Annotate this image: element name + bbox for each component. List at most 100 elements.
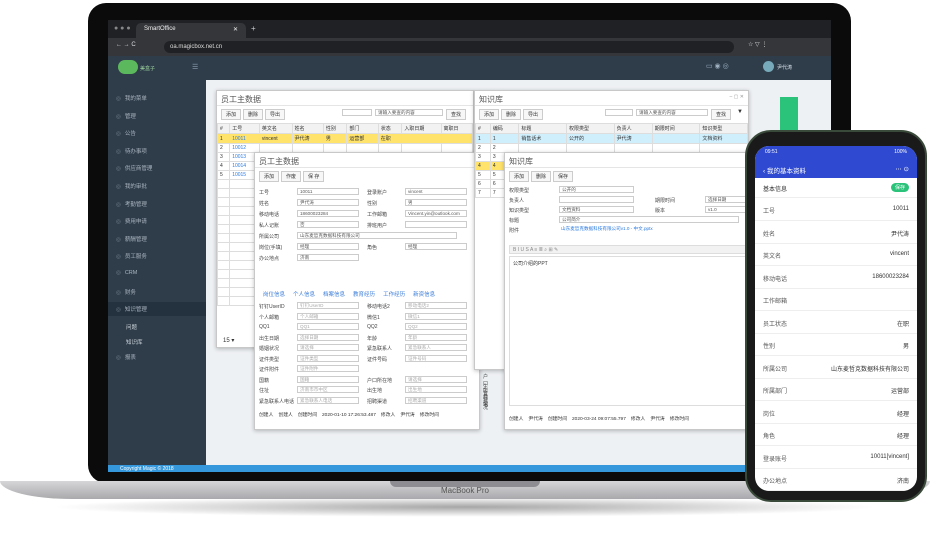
field-input[interactable]: vincent (405, 188, 467, 195)
browser-actions-icon[interactable]: ☆ ▽ ⋮ (748, 41, 767, 48)
profile-row[interactable]: 员工状态 在职 (755, 311, 917, 334)
column-header[interactable]: 入职日期 (401, 123, 442, 134)
save-button[interactable]: 保存 (553, 171, 574, 182)
field-input[interactable]: 山东麦哲克数据科技有限公司 (297, 232, 457, 239)
field-input[interactable]: 否 (297, 221, 359, 228)
profile-row[interactable]: 工作邮箱 (755, 288, 917, 311)
column-header[interactable]: 期限时间 (651, 123, 701, 134)
column-header[interactable]: 编码 (489, 123, 520, 134)
column-header[interactable]: 性别 (322, 123, 348, 134)
address-bar[interactable]: oa.magicbox.net.cn (164, 41, 734, 53)
close-icon[interactable]: ✕ (233, 26, 238, 33)
field-input[interactable]: 请选择 (405, 375, 467, 383)
pager[interactable]: 15 ▾ (223, 337, 234, 344)
table-row[interactable]: 1 10011 vincent 尹代涛男运营部 在职 (216, 133, 474, 144)
field-input[interactable]: 证件附件 (297, 365, 359, 372)
field-input[interactable] (559, 196, 634, 203)
sidebar-item[interactable]: ◎ CRM (116, 270, 137, 276)
window-controls-icon[interactable]: ● ● ● (114, 25, 131, 32)
editor-body[interactable]: 公司介绍的PPT (509, 256, 747, 406)
new-tab-icon[interactable]: + (251, 24, 256, 33)
add-button[interactable]: 添加 (479, 109, 500, 120)
column-header[interactable]: 状态 (377, 123, 403, 134)
column-header[interactable]: 工号 (229, 123, 260, 134)
profile-row[interactable]: 英文名 vincent (755, 243, 917, 266)
sidebar-item[interactable]: ◎ 知识管理 (108, 302, 206, 317)
sidebar-item[interactable]: ◎ 管理 (116, 112, 136, 120)
field-input[interactable]: 济南市市中区 (297, 386, 359, 393)
profile-row[interactable]: 性别 男 (755, 333, 917, 356)
field-input[interactable]: 年龄 (405, 333, 467, 341)
field-input[interactable]: 18600023284 (297, 210, 359, 217)
sidebar-item[interactable]: ◎ 公告 (116, 129, 136, 137)
field-input[interactable] (405, 221, 467, 228)
tab-3[interactable]: 教育经历 (353, 292, 375, 298)
field-input[interactable]: QQ1 (297, 323, 359, 330)
add-button[interactable]: 添加 (259, 171, 280, 182)
sidebar-item[interactable]: ◎ 供应商管理 (116, 164, 152, 172)
field-input[interactable]: 招聘渠道 (405, 396, 467, 404)
column-header[interactable]: 标题 (518, 123, 567, 134)
column-header[interactable]: 离职日 (440, 123, 474, 134)
sidebar-item[interactable]: ◎ 费用申请 (116, 217, 147, 225)
sidebar-item[interactable]: ◎ 报表 (116, 353, 136, 361)
profile-row[interactable]: 所属公司 山东麦哲克数据科技有限公司 (755, 356, 917, 379)
field-input[interactable]: 山东麦哲克数据科技有限公司v1.0 - 中文.pptx (559, 226, 739, 240)
field-input[interactable]: 男 (405, 199, 467, 206)
field-input[interactable]: 尹代涛 (297, 199, 359, 206)
field-input[interactable]: 公开的 (559, 186, 634, 193)
field-input[interactable]: 文档资料 (559, 206, 634, 213)
field-input[interactable]: 钉钉UserID (297, 302, 359, 309)
search-input[interactable]: 请输入要查的内容 (636, 109, 708, 116)
tab-1[interactable]: 个人信息 (293, 292, 315, 298)
field-input[interactable]: 微信1 (405, 312, 467, 320)
export-button[interactable]: 导出 (523, 109, 544, 120)
search-input[interactable]: 请输入要查的内容 (375, 109, 443, 116)
delete-button[interactable]: 删除 (243, 109, 264, 120)
column-header[interactable]: 英文名 (258, 123, 293, 134)
window-controls-icon[interactable]: – ▢ ✕ (730, 94, 744, 100)
tab-2[interactable]: 档案信息 (323, 292, 345, 298)
profile-row[interactable]: 岗位 经理 (755, 401, 917, 424)
column-header[interactable]: 部门 (346, 123, 379, 134)
delete-button[interactable]: 删除 (501, 109, 522, 120)
browser-tab[interactable]: SmartOffice ✕ (136, 23, 246, 38)
sidebar-subitem[interactable]: 问题 (126, 323, 137, 331)
filter-select[interactable] (605, 109, 633, 116)
sidebar-item[interactable]: ◎ 财务 (116, 288, 136, 296)
column-header[interactable]: # (475, 123, 491, 134)
more-icon[interactable]: ⋯ ⊙ (895, 165, 909, 173)
delete-button[interactable]: 删除 (531, 171, 552, 182)
back-icon[interactable]: ← (116, 42, 122, 48)
field-input[interactable]: 请选择 (297, 344, 359, 351)
export-button[interactable]: 导出 (265, 109, 286, 120)
tab-5[interactable]: 新资信息 (413, 292, 435, 298)
column-header[interactable]: 负责人 (613, 123, 653, 134)
column-header[interactable]: 姓名 (291, 123, 324, 134)
profile-row[interactable]: 登录账号 10011[vincent] (755, 446, 917, 469)
profile-row[interactable]: 移动电话 18600023284 (755, 266, 917, 289)
sidebar-item[interactable]: ◎ 员工服务 (116, 252, 147, 260)
avatar[interactable] (763, 61, 774, 72)
field-input[interactable]: Vincent.yin@outlook.com (405, 210, 467, 217)
field-input[interactable]: 紧急联系人电话 (297, 396, 359, 404)
notification-icon[interactable]: ▭ ◉ ◎ (706, 62, 729, 70)
search-button[interactable]: 查找 (446, 109, 467, 120)
filter-select[interactable] (342, 109, 372, 116)
reload-icon[interactable]: C (131, 42, 135, 48)
save-button[interactable]: 保 存 (303, 171, 325, 182)
tab-4[interactable]: 工作经历 (383, 292, 405, 298)
user-name[interactable]: 尹代涛 (777, 64, 792, 71)
field-input[interactable]: 经理 (297, 243, 359, 250)
profile-row[interactable]: 角色 经理 (755, 423, 917, 446)
forward-icon[interactable]: → (124, 42, 130, 48)
profile-row[interactable]: 姓名 尹代涛 (755, 221, 917, 244)
field-input[interactable]: 证件号码 (405, 354, 467, 362)
column-header[interactable]: 知识类型 (699, 123, 748, 134)
field-input[interactable]: 经理 (405, 243, 467, 250)
field-input[interactable]: 个人邮箱 (297, 312, 359, 320)
add-button[interactable]: 添加 (509, 171, 530, 182)
sidebar-subitem[interactable]: 知识库 (126, 338, 143, 346)
add-button[interactable]: 添加 (221, 109, 242, 120)
filter-icon[interactable]: ▼ (737, 109, 743, 115)
